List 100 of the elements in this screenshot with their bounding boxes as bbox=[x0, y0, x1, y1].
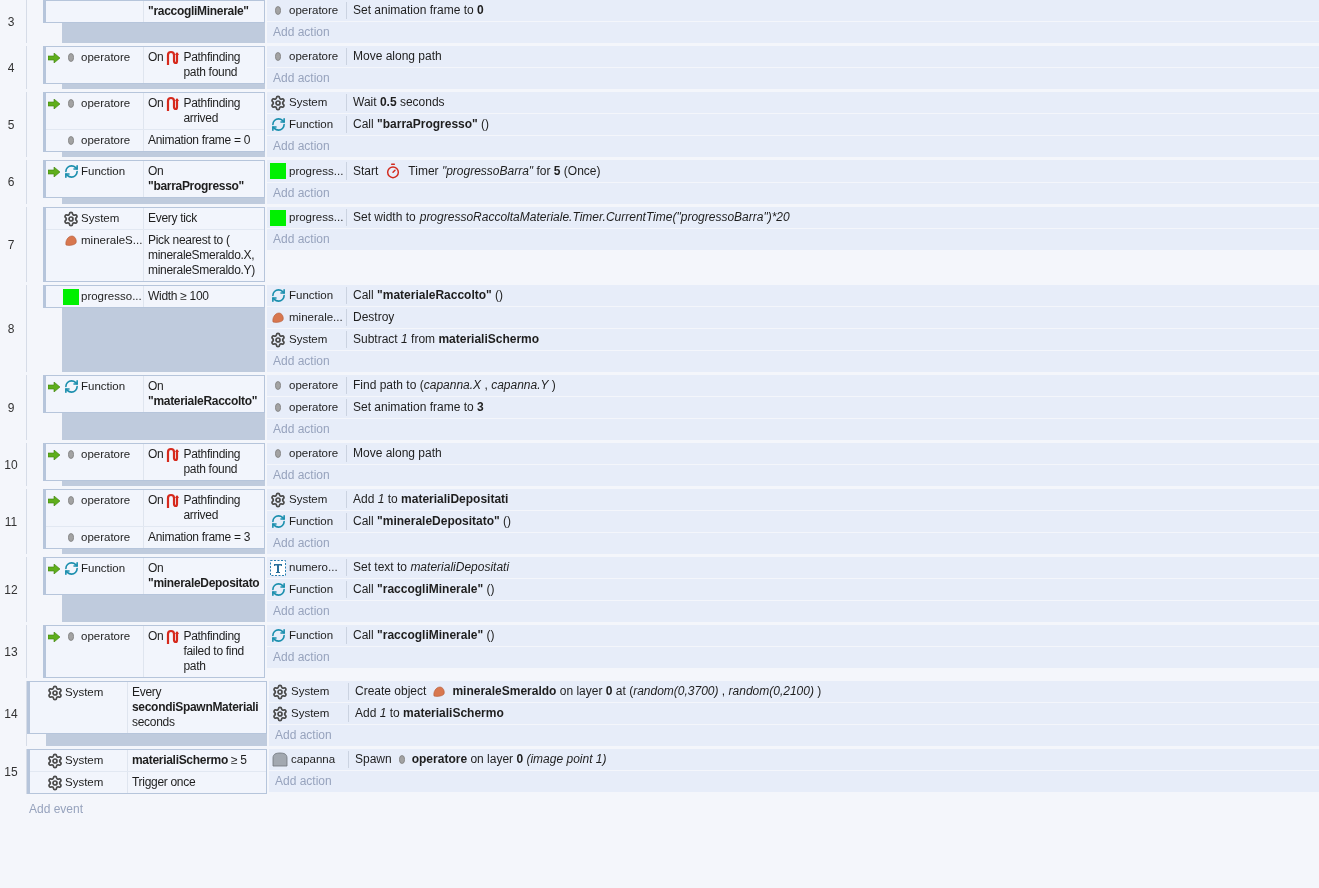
object-name: operatore bbox=[289, 446, 339, 461]
action-text: Destroy bbox=[353, 310, 395, 325]
object-name: System bbox=[65, 685, 104, 700]
pathfinding-icon bbox=[166, 50, 181, 66]
action-text: Set width to bbox=[353, 210, 416, 225]
object-name: progresso... bbox=[81, 289, 142, 304]
object-name: progress... bbox=[289, 210, 344, 225]
dot-icon bbox=[275, 381, 281, 390]
condition-block[interactable]: Function On "materialeRaccolto" bbox=[43, 375, 265, 413]
add-action-link[interactable]: Add action bbox=[267, 351, 1319, 372]
add-action-link[interactable]: Add action bbox=[267, 22, 1319, 43]
add-action-link[interactable]: Add action bbox=[267, 647, 1319, 668]
dot-icon bbox=[68, 450, 74, 459]
pathfinding-icon bbox=[166, 493, 181, 509]
condition-text: On bbox=[148, 629, 164, 644]
expression-text: progressoRaccoltaMateriale.Timer.CurrentTime("progressoBarra")*20 bbox=[419, 210, 790, 225]
dot-icon bbox=[275, 403, 281, 412]
event-number: 5 bbox=[7, 117, 15, 132]
gear-icon bbox=[47, 774, 63, 791]
condition-text: On bbox=[148, 50, 164, 65]
add-action-link[interactable]: Add action bbox=[269, 771, 1319, 792]
event-number: 3 bbox=[7, 14, 15, 29]
cycle-arrows-icon bbox=[270, 628, 286, 643]
object-name: Function bbox=[81, 379, 126, 394]
add-event-link[interactable]: Add event bbox=[0, 797, 84, 817]
event-number: 14 bbox=[4, 706, 18, 721]
condition-text: Pathfinding path found bbox=[183, 50, 242, 80]
action-text: Move along path bbox=[353, 446, 442, 461]
action-text: Create object bbox=[355, 684, 427, 699]
condition-block[interactable]: Function On "mineraleDepositato bbox=[43, 557, 265, 595]
object-name: System bbox=[291, 706, 330, 721]
building-icon bbox=[272, 752, 288, 767]
object-name: capanna bbox=[291, 752, 336, 767]
event-number: 10 bbox=[4, 457, 18, 472]
event-number: 6 bbox=[7, 175, 15, 189]
action-text: Subtract 1 from materialiSchermo bbox=[353, 332, 540, 347]
condition-text: materialiSchermo ≥ 5 bbox=[131, 752, 248, 769]
action-text: Call "barraProgresso" () bbox=[353, 117, 490, 132]
event-number: 8 bbox=[7, 321, 15, 336]
condition-block[interactable]: operatore On Pathfinding failed to find path bbox=[43, 625, 265, 678]
add-action-link[interactable]: Add action bbox=[269, 725, 1319, 746]
dot-icon bbox=[275, 52, 281, 61]
object-name: progress... bbox=[289, 163, 344, 179]
cycle-arrows-icon bbox=[63, 164, 79, 179]
dot-icon bbox=[68, 632, 74, 641]
gear-icon bbox=[270, 331, 286, 348]
condition-block[interactable]: System materialiSchermo ≥ 5 System Trigger once bbox=[27, 749, 267, 794]
condition-block[interactable]: operatore On Pathfinding path found bbox=[43, 46, 265, 84]
square-icon bbox=[63, 288, 79, 305]
gear-icon bbox=[63, 210, 79, 227]
condition-block[interactable]: System Every secondiSpawnMateriali seconds bbox=[27, 681, 267, 734]
dot-icon bbox=[68, 496, 74, 505]
add-action-link[interactable]: Add action bbox=[267, 183, 1319, 204]
object-name: operatore bbox=[81, 447, 131, 462]
action-text: mineraleSmeraldo on layer 0 at (random(0,3700) , random(0,2100) ) bbox=[452, 684, 822, 699]
event-number: 7 bbox=[7, 237, 15, 252]
condition-text: "raccogliMinerale" bbox=[147, 3, 250, 20]
condition-block[interactable]: Function On "barraProgresso" bbox=[43, 160, 265, 198]
add-action-link[interactable]: Add action bbox=[267, 136, 1319, 157]
action-text: Move along path bbox=[353, 49, 442, 64]
add-action-link[interactable]: Add action bbox=[267, 465, 1319, 486]
condition-block[interactable]: System Every tick mineraleS... Pick nearest to ( mineraleSmeraldo.X, mineraleSmeraldo.Y) bbox=[43, 207, 265, 282]
action-text: Set animation frame to 3 bbox=[353, 400, 484, 415]
object-name: Function bbox=[289, 117, 334, 132]
dot-icon bbox=[398, 755, 405, 764]
object-name: operatore bbox=[81, 50, 131, 65]
dot-icon bbox=[68, 136, 74, 145]
gear-icon bbox=[47, 684, 63, 701]
condition-block[interactable]: "raccogliMinerale" bbox=[43, 0, 265, 23]
cycle-arrows-icon bbox=[270, 117, 286, 132]
object-name: System bbox=[289, 95, 328, 110]
cycle-arrows-icon bbox=[270, 288, 286, 303]
action-text: Timer "progressoBarra" for 5 (Once) bbox=[408, 163, 601, 179]
condition-text: Pathfinding arrived bbox=[183, 493, 242, 523]
action-text: Call "raccogliMinerale" () bbox=[353, 628, 495, 643]
action-text: Find path to (capanna.X , capanna.Y ) bbox=[353, 378, 556, 393]
condition-text: Animation frame = 0 bbox=[147, 132, 252, 149]
add-action-link[interactable]: Add action bbox=[267, 533, 1319, 554]
condition-block[interactable]: operatore On Pathfinding arrived operatore Animation frame = 0 bbox=[43, 92, 265, 152]
add-action-link[interactable]: Add action bbox=[267, 419, 1319, 440]
add-action-link[interactable]: Add action bbox=[267, 229, 1319, 250]
condition-text: Every secondiSpawnMateriali seconds bbox=[131, 684, 260, 731]
dot-icon bbox=[275, 449, 281, 458]
condition-text: Pick nearest to ( mineraleSmeraldo.X, mineraleSmeraldo.Y) bbox=[147, 232, 256, 279]
action-text: Set animation frame to 0 bbox=[353, 3, 484, 18]
add-action-link[interactable]: Add action bbox=[267, 601, 1319, 622]
gear-icon bbox=[270, 94, 286, 111]
cycle-arrows-icon bbox=[63, 561, 79, 576]
condition-block[interactable]: operatore On Pathfinding path found bbox=[43, 443, 265, 481]
condition-block[interactable]: progresso... Width ≥ 100 bbox=[43, 285, 265, 308]
pathfinding-icon bbox=[166, 96, 181, 112]
condition-block[interactable]: operatore On Pathfinding arrived operatore Animation frame = 3 bbox=[43, 489, 265, 549]
add-action-link[interactable]: Add action bbox=[267, 68, 1319, 89]
action-text: Call "mineraleDepositato" () bbox=[353, 514, 512, 529]
object-name: System bbox=[289, 492, 328, 507]
condition-text: Pathfinding path found bbox=[183, 447, 242, 477]
cycle-arrows-icon bbox=[270, 582, 286, 597]
object-name: Function bbox=[289, 514, 334, 529]
condition-text: On bbox=[148, 96, 164, 111]
gear-icon bbox=[270, 491, 286, 508]
